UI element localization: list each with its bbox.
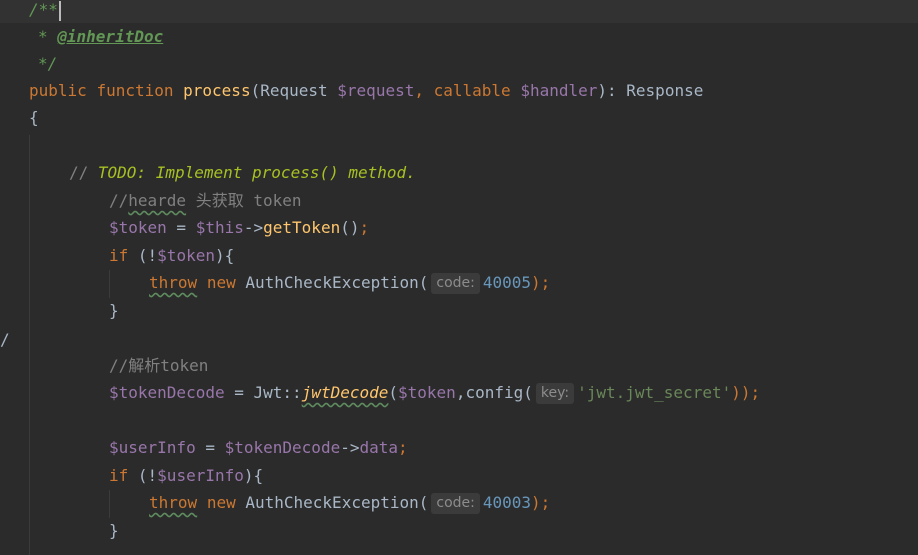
kw-if: if (109, 466, 129, 485)
paren-open: ( (388, 383, 399, 402)
operator-assign: = (195, 438, 225, 457)
comment-slashes: // (109, 191, 129, 210)
var-token: $token (109, 218, 167, 237)
todo-prefix: // (69, 163, 98, 182)
param-request: $request (337, 81, 415, 100)
call-close: )); (731, 383, 761, 402)
arrow-operator: -> (340, 438, 360, 457)
typo-word: hearde (128, 191, 187, 210)
text-caret (58, 0, 61, 21)
string-jwt-secret: 'jwt.jwt_secret' (577, 383, 732, 402)
doc-star: * (38, 27, 58, 46)
kw-if: if (109, 246, 129, 265)
param-hint-code: code: (431, 493, 480, 514)
return-type: Response (626, 81, 704, 100)
config-call: ,config( (455, 383, 533, 402)
indent-guide (29, 135, 30, 555)
if-close: ){ (214, 246, 235, 265)
prop-data: data (359, 438, 398, 457)
doc-tag: @inheritDoc (57, 27, 164, 46)
var-token: $token (157, 246, 215, 265)
code-line-3[interactable]: */ (38, 50, 57, 77)
if-close: ){ (243, 466, 264, 485)
code-line-10[interactable]: if (!$token){ (109, 242, 234, 269)
brace-open: { (29, 108, 39, 127)
code-line-12[interactable]: } (109, 297, 119, 324)
doc-open: /** (29, 0, 58, 19)
class-jwt: Jwt:: (253, 383, 302, 402)
code-line-1[interactable]: /** (0, 0, 918, 23)
code-line-5[interactable]: { (29, 104, 39, 131)
code-line-18[interactable]: if (!$userInfo){ (109, 462, 263, 489)
kw-function: function (96, 81, 174, 100)
comment-parse-token: //解析token (109, 356, 209, 375)
code-line-9[interactable]: $token = $this->getToken(); (109, 214, 369, 241)
call-close: ); (531, 273, 551, 292)
function-name: process (183, 81, 251, 100)
code-line-14[interactable]: //解析token (109, 352, 208, 379)
method-jwtdecode: jwtDecode (301, 383, 389, 402)
indent-guide (109, 270, 110, 298)
arrow-operator: -> (243, 218, 264, 237)
code-line-17[interactable]: $userInfo = $tokenDecode->data; (109, 434, 408, 461)
kw-new: new (206, 273, 236, 292)
var-tokendecode: $tokenDecode (224, 438, 341, 457)
todo-comment: TODO: Implement process() method. (97, 163, 416, 182)
code-line-4[interactable]: public function process(Request $request… (29, 77, 703, 104)
param-handler: $handler (520, 81, 598, 100)
semicolon: ; (359, 218, 370, 237)
brace-close: } (109, 301, 119, 320)
code-line-20[interactable]: } (109, 517, 119, 544)
if-open: (! (128, 246, 158, 265)
kw-throw: throw (149, 493, 198, 512)
operator-assign: = (166, 218, 196, 237)
error-code: 40005 (482, 273, 532, 292)
param-hint-code: code: (431, 273, 480, 294)
operator-assign: = (224, 383, 254, 402)
code-line-11[interactable]: throw new AuthCheckException(code: 40005)… (149, 269, 550, 296)
error-code: 40003 (482, 493, 532, 512)
code-line-19[interactable]: throw new AuthCheckException(code: 40003)… (149, 489, 550, 516)
code-editor[interactable]: /** * @inheritDoc */ public function pro… (0, 0, 918, 555)
var-this: $this (195, 218, 244, 237)
param-hint-key: key: (535, 383, 575, 404)
if-open: (! (128, 466, 158, 485)
doc-close: */ (38, 54, 58, 73)
var-userinfo: $userInfo (157, 466, 244, 485)
kw-throw: throw (149, 273, 198, 292)
exception-class: AuthCheckException( (245, 273, 429, 292)
left-margin-mark: / (0, 330, 10, 349)
method-gettoken: getToken (263, 218, 341, 237)
comma: , (414, 81, 434, 100)
kw-new: new (206, 493, 236, 512)
kw-public: public (29, 81, 87, 100)
paren-open: ( (250, 81, 261, 100)
exception-class: AuthCheckException( (245, 493, 429, 512)
arg-token: $token (398, 383, 456, 402)
var-tokendecode: $tokenDecode (109, 383, 225, 402)
brace-close: } (109, 521, 119, 540)
code-line-2[interactable]: * @inheritDoc (38, 23, 163, 50)
semicolon: ; (398, 438, 408, 457)
call-parens: () (340, 218, 360, 237)
comment-rest: 头获取 token (186, 191, 302, 210)
kw-callable: callable (433, 81, 511, 100)
code-line-15[interactable]: $tokenDecode = Jwt::jwtDecode($token,con… (109, 379, 760, 406)
code-line-8[interactable]: //hearde 头获取 token (109, 187, 302, 214)
code-line-7[interactable]: // TODO: Implement process() method. (69, 159, 416, 186)
var-userinfo: $userInfo (109, 438, 196, 457)
indent-guide (109, 490, 110, 518)
paren-close: ): (597, 81, 627, 100)
call-close: ); (531, 493, 551, 512)
type-request: Request (260, 81, 338, 100)
